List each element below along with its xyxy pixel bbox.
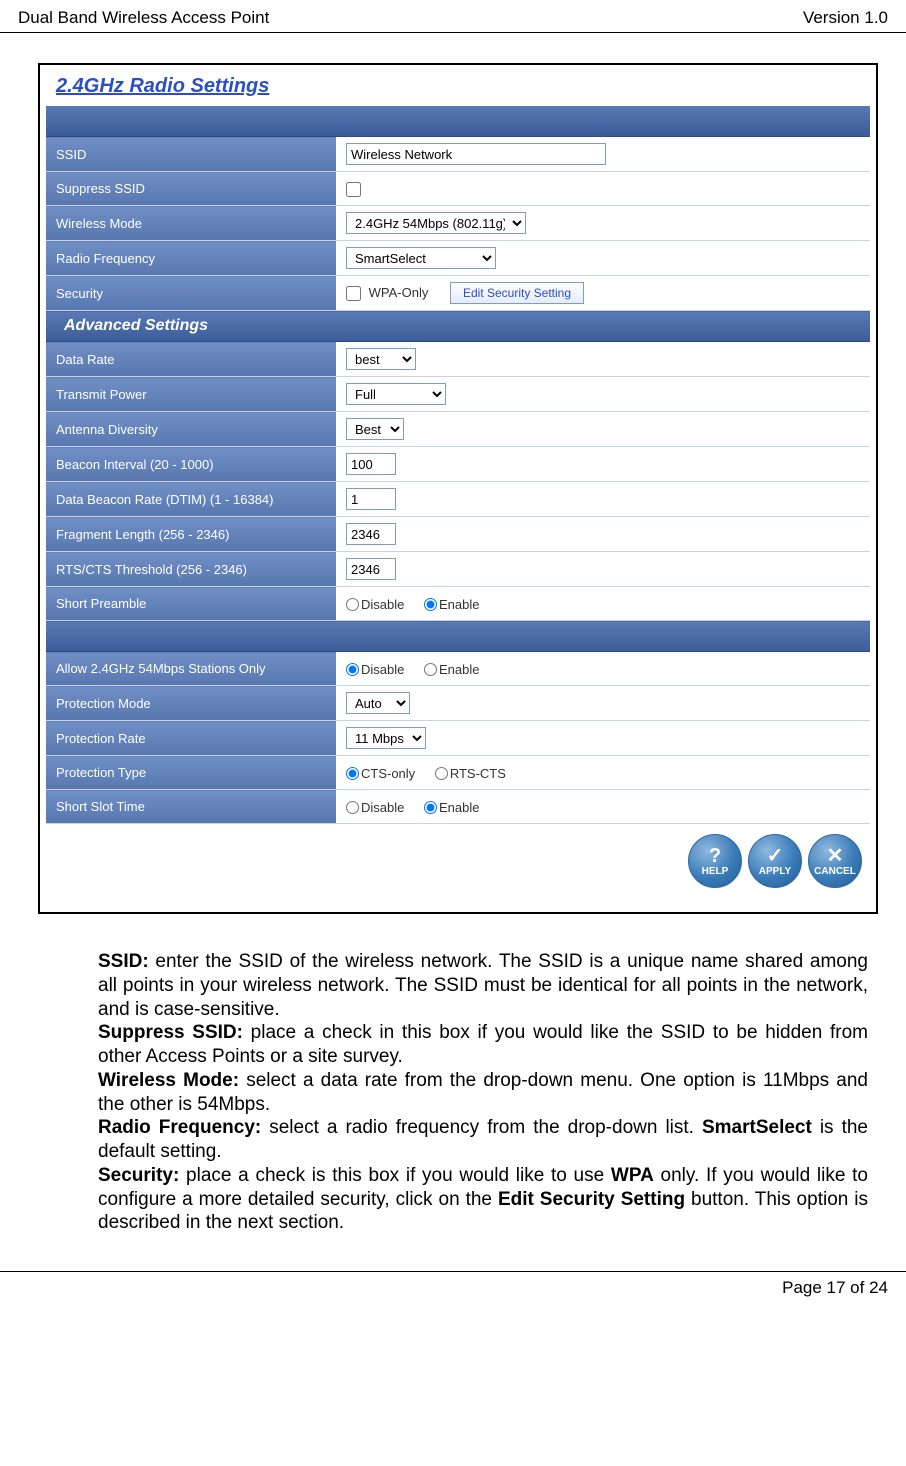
enable-label: Enable [439, 597, 479, 612]
x-icon: ✕ [827, 846, 844, 866]
doc-title: Dual Band Wireless Access Point [18, 8, 269, 28]
rtscts-input[interactable] [346, 558, 396, 580]
dtim-input[interactable] [346, 488, 396, 510]
doc-version: Version 1.0 [803, 8, 888, 28]
mode-label: Wireless Mode [46, 206, 336, 241]
allow-enable-radio[interactable] [424, 663, 437, 676]
ssid-label: SSID [46, 137, 336, 172]
prot-rate-label: Protection Rate [46, 721, 336, 756]
page-footer: Page 17 of 24 [0, 1271, 906, 1304]
txpower-label: Transmit Power [46, 377, 336, 412]
preamble-disable-radio[interactable] [346, 598, 359, 611]
allow-disable-radio[interactable] [346, 663, 359, 676]
mode-select[interactable]: 2.4GHz 54Mbps (802.11g) [346, 212, 526, 234]
txpower-select[interactable]: Full [346, 383, 446, 405]
action-button-bar: ?HELP ✓APPLY ✕CANCEL [46, 824, 870, 906]
freq-select[interactable]: SmartSelect [346, 247, 496, 269]
antenna-select[interactable]: Best [346, 418, 404, 440]
description-block: SSID: enter the SSID of the wireless net… [38, 950, 878, 1235]
wpa-label: WPA-Only [369, 285, 429, 300]
beacon-input[interactable] [346, 453, 396, 475]
cancel-button[interactable]: ✕CANCEL [808, 834, 862, 888]
wpa-checkbox[interactable] [346, 286, 361, 301]
page-header: Dual Band Wireless Access Point Version … [0, 0, 906, 33]
frag-label: Fragment Length (256 - 2346) [46, 517, 336, 552]
suppress-checkbox[interactable] [346, 182, 361, 197]
apply-button[interactable]: ✓APPLY [748, 834, 802, 888]
settings-screenshot: 2.4GHz Radio Settings SSID Suppress SSID… [38, 63, 878, 914]
freq-label: Radio Frequency [46, 241, 336, 276]
prot-rate-select[interactable]: 11 Mbps [346, 727, 426, 749]
suppress-label: Suppress SSID [46, 172, 336, 206]
slot-disable-radio[interactable] [346, 801, 359, 814]
datarate-label: Data Rate [46, 342, 336, 377]
basic-settings-table: SSID Suppress SSID Wireless Mode 2.4GHz … [46, 106, 870, 824]
disable-label: Disable [361, 597, 404, 612]
allow-label: Allow 2.4GHz 54Mbps Stations Only [46, 652, 336, 686]
rts-cts-radio[interactable] [435, 767, 448, 780]
datarate-select[interactable]: best [346, 348, 416, 370]
prot-mode-label: Protection Mode [46, 686, 336, 721]
check-icon: ✓ [767, 846, 784, 866]
security-label: Security [46, 276, 336, 311]
slot-label: Short Slot Time [46, 790, 336, 824]
rtscts-label: RTS/CTS Threshold (256 - 2346) [46, 552, 336, 587]
dtim-label: Data Beacon Rate (DTIM) (1 - 16384) [46, 482, 336, 517]
question-icon: ? [709, 846, 721, 866]
preamble-enable-radio[interactable] [424, 598, 437, 611]
prot-mode-select[interactable]: Auto [346, 692, 410, 714]
slot-enable-radio[interactable] [424, 801, 437, 814]
beacon-label: Beacon Interval (20 - 1000) [46, 447, 336, 482]
help-button[interactable]: ?HELP [688, 834, 742, 888]
advanced-header: Advanced Settings [46, 311, 870, 342]
panel-title: 2.4GHz Radio Settings [46, 71, 870, 106]
cts-only-radio[interactable] [346, 767, 359, 780]
ssid-input[interactable] [346, 143, 606, 165]
edit-security-button[interactable]: Edit Security Setting [450, 282, 584, 304]
prot-type-label: Protection Type [46, 756, 336, 790]
antenna-label: Antenna Diversity [46, 412, 336, 447]
preamble-label: Short Preamble [46, 587, 336, 621]
page-number: Page 17 of 24 [782, 1278, 888, 1297]
frag-input[interactable] [346, 523, 396, 545]
